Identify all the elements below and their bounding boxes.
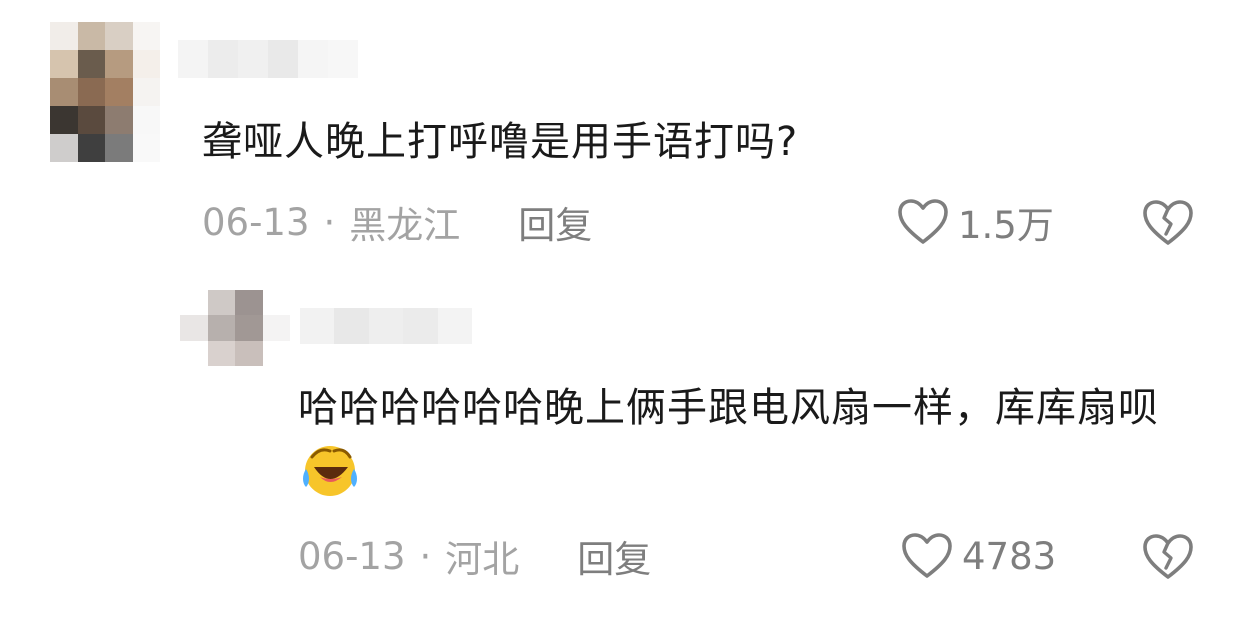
blur-pixel — [207, 340, 235, 366]
comment-text: 聋哑人晚上打呼噜是用手语打吗? — [202, 119, 799, 165]
blur-pixel — [235, 290, 263, 316]
blur-pixel — [208, 40, 238, 78]
blur-pixel — [105, 22, 133, 50]
reply-button[interactable]: 回复 — [577, 529, 651, 583]
blur-pixel — [105, 78, 133, 106]
comment-meta: 06-13 · 黑龙江 回复 — [202, 196, 592, 248]
like-count: 4783 — [962, 534, 1057, 578]
heart-icon — [898, 199, 948, 244]
blur-pixel — [132, 50, 160, 78]
blur-pixel — [50, 134, 78, 162]
blur-pixel — [50, 106, 78, 134]
blur-pixel — [105, 106, 133, 134]
comment-text-body: 哈哈哈哈哈哈晚上俩手跟电风扇一样，库库扇呗 — [298, 385, 1159, 431]
blur-pixel — [180, 315, 208, 341]
avatar[interactable] — [180, 290, 290, 366]
blur-pixel — [298, 40, 328, 78]
blur-pixel — [437, 308, 473, 344]
comment-text: 哈哈哈哈哈哈晚上俩手跟电风扇一样，库库扇呗 — [298, 373, 1218, 525]
blur-pixel — [262, 340, 290, 366]
heart-icon — [902, 533, 952, 578]
blur-pixel — [132, 134, 160, 162]
blur-pixel — [50, 78, 78, 106]
reply-button[interactable]: 回复 — [518, 195, 592, 249]
like-count: 1.5万 — [958, 204, 1054, 247]
blur-pixel — [334, 308, 369, 344]
blur-pixel — [268, 40, 298, 78]
comment-meta: 06-13 · 河北 回复 — [298, 530, 651, 582]
blur-pixel — [50, 50, 78, 78]
separator-dot: · — [419, 534, 432, 578]
separator-dot: · — [323, 200, 336, 244]
comment-date: 06-13 — [202, 200, 310, 244]
blur-pixel — [77, 22, 105, 50]
blur-pixel — [238, 40, 268, 78]
blur-pixel — [207, 290, 235, 316]
blur-pixel — [132, 22, 160, 50]
comment-location: 河北 — [445, 538, 520, 581]
blur-pixel — [77, 134, 105, 162]
blur-pixel — [132, 78, 160, 106]
blur-pixel — [132, 106, 160, 134]
blur-pixel — [368, 308, 404, 344]
blur-pixel — [178, 40, 208, 78]
username-blurred[interactable] — [178, 40, 358, 78]
blur-pixel — [77, 106, 105, 134]
like-button[interactable]: 1.5万 — [896, 196, 1054, 248]
blur-pixel — [77, 78, 105, 106]
blur-pixel — [77, 50, 105, 78]
blur-pixel — [180, 290, 208, 316]
comment-location: 黑龙江 — [349, 204, 461, 247]
username-blurred[interactable] — [300, 308, 473, 344]
blur-pixel — [300, 308, 335, 344]
blur-pixel — [328, 40, 358, 78]
blur-pixel — [50, 22, 78, 50]
comment-date: 06-13 — [298, 534, 406, 578]
broken-heart-icon — [1143, 200, 1193, 245]
blur-pixel — [235, 340, 263, 366]
avatar[interactable] — [50, 22, 160, 162]
blur-pixel — [403, 308, 438, 344]
blur-pixel — [235, 315, 263, 341]
blur-pixel — [105, 134, 133, 162]
broken-heart-icon — [1143, 534, 1193, 579]
blur-pixel — [180, 340, 208, 366]
blur-pixel — [207, 315, 235, 341]
dislike-button[interactable] — [1140, 196, 1196, 248]
blur-pixel — [105, 50, 133, 78]
dislike-button[interactable] — [1140, 530, 1196, 582]
like-button[interactable]: 4783 — [900, 530, 1056, 582]
blur-pixel — [262, 315, 290, 341]
laughing-crying-emoji-icon — [300, 439, 360, 521]
blur-pixel — [262, 290, 290, 316]
